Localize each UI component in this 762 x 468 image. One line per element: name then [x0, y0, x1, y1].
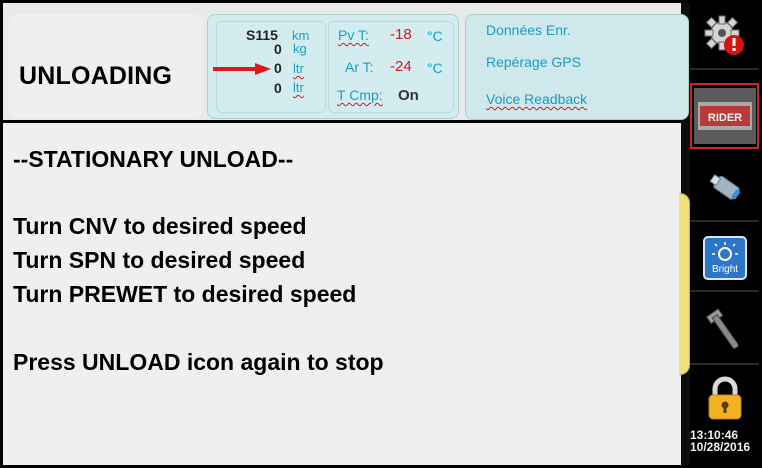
brightness-icon: Bright	[702, 235, 747, 280]
volume-unit-1: ltr	[293, 61, 304, 76]
clock-readout: 13:10:46 10/28/2016	[690, 429, 759, 453]
brightness-button[interactable]: Bright	[690, 225, 759, 292]
spreader-icon: RIDER	[693, 88, 756, 144]
instruction-line-prewet: Turn PREWET to desired speed	[13, 281, 357, 307]
usb-export-button[interactable]	[690, 155, 759, 222]
instruction-line-cnv: Turn CNV to desired speed	[13, 213, 307, 239]
lock-icon	[708, 376, 741, 419]
voice-readback-label: Voice Readback	[486, 91, 588, 107]
data-logging-panel: Données Enr. Repérage GPS Voice Readback	[465, 14, 689, 120]
pavement-temp-value: -18	[390, 26, 412, 43]
spreader-button[interactable]: RIDER	[690, 83, 759, 149]
instruction-line-stop: Press UNLOAD icon again to stop	[13, 349, 384, 375]
air-temp-unit: °C	[427, 60, 443, 76]
right-sidebar: RIDER Bright 13:10:46 10/28/2016	[690, 3, 759, 465]
instruction-heading: --STATIONARY UNLOAD--	[13, 146, 294, 172]
unload-instructions-panel: --STATIONARY UNLOAD-- Turn CNV to desire…	[3, 120, 681, 465]
air-temp-label: Ar T:	[345, 59, 374, 75]
pavement-temp-label: Pv T:	[338, 27, 369, 43]
air-temp-value: -24	[390, 58, 412, 75]
page-title: UNLOADING	[19, 62, 173, 90]
weight-unit: kg	[293, 41, 307, 56]
data-recorded-link[interactable]: Données Enr.	[486, 22, 571, 38]
instruction-line-spn: Turn SPN to desired speed	[13, 247, 306, 273]
mode-title-box: UNLOADING	[8, 14, 203, 118]
tools-button[interactable]	[690, 298, 759, 365]
clock-date: 10/28/2016	[690, 440, 751, 454]
wrench-icon	[705, 307, 739, 349]
volume-value-1: 0	[274, 60, 282, 76]
gps-tracking-label: Repérage GPS	[486, 54, 581, 70]
header-bar: UNLOADING S115 km 0 kg 0 ltr 0 ltr Pv T:…	[3, 3, 689, 120]
temp-compensation-label: T Cmp:	[337, 87, 383, 103]
usb-stick-icon	[708, 173, 740, 200]
pavement-temp-unit: °C	[427, 28, 443, 44]
spreader-label: RIDER	[707, 112, 741, 124]
brightness-label: Bright	[711, 264, 737, 275]
settings-warning-button[interactable]	[690, 3, 759, 70]
weight-value: 0	[274, 41, 282, 57]
gps-tracking-link[interactable]: Repérage GPS	[486, 54, 581, 70]
data-recorded-label: Données Enr.	[486, 22, 571, 38]
volume-value-2: 0	[274, 80, 282, 96]
voice-readback-link[interactable]: Voice Readback	[486, 91, 587, 107]
gear-warning-icon	[704, 15, 744, 55]
volume-unit-2: ltr	[293, 80, 304, 95]
temp-compensation-value: On	[398, 87, 419, 104]
lock-button[interactable]	[690, 365, 759, 432]
side-panel-tab[interactable]	[679, 193, 690, 375]
red-arrow-icon	[213, 63, 271, 75]
